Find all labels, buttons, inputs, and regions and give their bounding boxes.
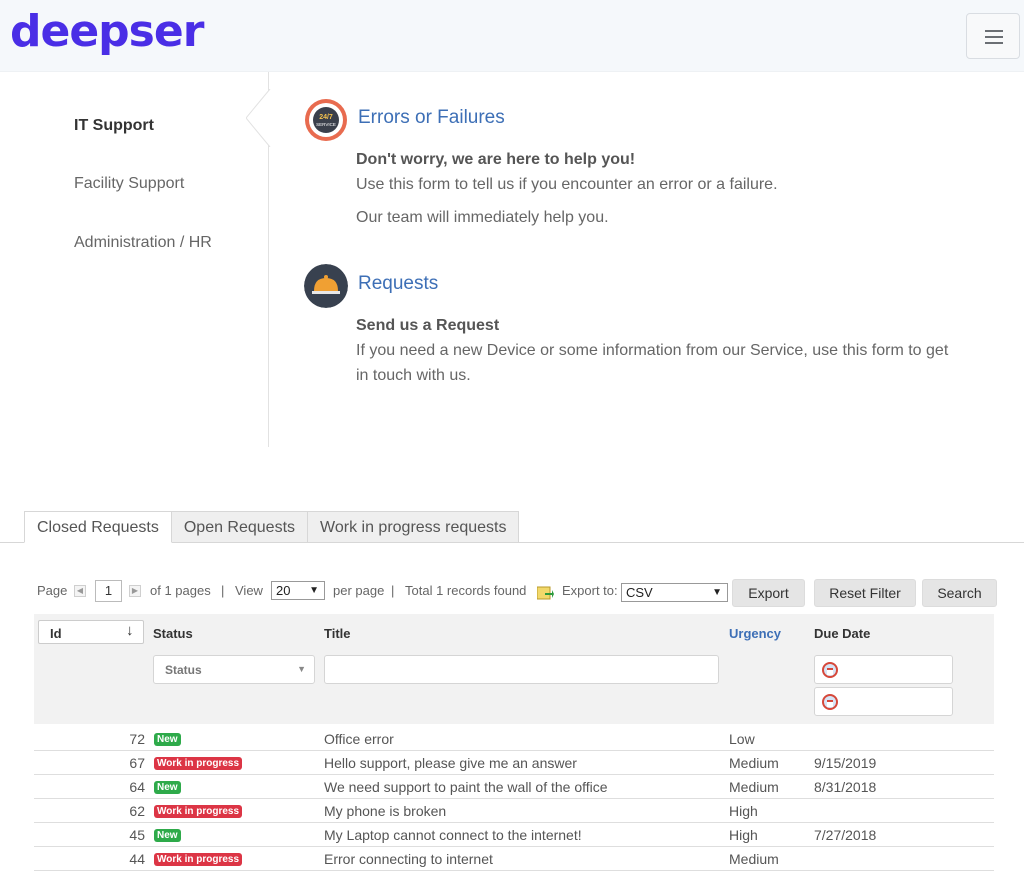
per-page-value: 20: [276, 583, 291, 598]
id-column-header[interactable]: Id ↓: [38, 620, 144, 644]
service-title-requests[interactable]: Requests: [358, 273, 438, 295]
calendar-icon[interactable]: [822, 662, 838, 678]
page-number-input[interactable]: 1: [95, 580, 122, 602]
svg-text:24/7: 24/7: [319, 114, 333, 121]
status-filter-select[interactable]: Status ▼: [153, 655, 315, 684]
row-urgency: High: [729, 803, 758, 819]
sidebar-item-it-support[interactable]: IT Support: [74, 117, 154, 135]
status-column-header[interactable]: Status: [153, 626, 193, 641]
hamburger-menu-button[interactable]: [966, 13, 1020, 59]
status-badge: New: [154, 829, 181, 842]
pager-separator: |: [391, 583, 395, 598]
chevron-down-icon: ▼: [297, 664, 306, 674]
table-row[interactable]: 64 New We need support to paint the wall…: [34, 775, 994, 799]
row-title: My phone is broken: [324, 803, 447, 819]
service-description-line: If you need a new Device or some informa…: [356, 342, 949, 384]
tab-open-requests[interactable]: Open Requests: [171, 511, 309, 543]
pager-separator: |: [221, 583, 225, 598]
per-page-label: per page: [333, 583, 385, 598]
row-id: 72: [129, 731, 145, 747]
svg-text:SERVICE: SERVICE: [316, 122, 336, 127]
row-id: 64: [129, 779, 145, 795]
table-row[interactable]: 44 Work in progress Error connecting to …: [34, 847, 994, 871]
row-urgency: Low: [729, 731, 755, 747]
prev-page-icon[interactable]: ◀: [74, 585, 86, 597]
id-column-label: Id: [50, 626, 62, 641]
sidebar-item-facility-support[interactable]: Facility Support: [74, 175, 184, 193]
per-page-select[interactable]: 20 ▼: [271, 581, 325, 600]
sidebar-item-administration-hr[interactable]: Administration / HR: [74, 234, 212, 252]
status-badge: New: [154, 733, 181, 746]
row-due-date: 7/27/2018: [814, 827, 877, 843]
view-label: View: [235, 583, 263, 598]
status-badge: Work in progress: [154, 805, 243, 818]
row-due-date: 9/15/2019: [814, 755, 877, 771]
deepser-logo[interactable]: deepser: [10, 6, 204, 57]
service-description-line: Use this form to tell us if you encounte…: [356, 176, 778, 193]
tab-work-in-progress-requests[interactable]: Work in progress requests: [308, 511, 520, 543]
table-row[interactable]: 62 Work in progress My phone is broken H…: [34, 799, 994, 823]
request-tabs: Closed Requests Open Requests Work in pr…: [24, 511, 520, 543]
top-header: deepser: [0, 0, 1024, 72]
row-id: 62: [129, 803, 145, 819]
chevron-down-icon: ▼: [712, 587, 722, 598]
search-button[interactable]: Search: [922, 579, 997, 607]
row-id: 44: [129, 851, 145, 867]
urgency-column-header[interactable]: Urgency: [729, 626, 781, 641]
hamburger-icon: [985, 30, 1003, 32]
status-badge: Work in progress: [154, 757, 243, 770]
export-to-label: Export to:: [562, 583, 618, 598]
table-row[interactable]: 72 New Office error Low: [34, 727, 994, 751]
service-description-line: Our team will immediately help you.: [356, 209, 609, 226]
status-badge: New: [154, 781, 181, 794]
due-date-to-input[interactable]: [814, 687, 953, 716]
row-id: 45: [129, 827, 145, 843]
service-bell-icon[interactable]: [304, 264, 348, 308]
hamburger-icon-line: [985, 36, 1003, 38]
row-title: We need support to paint the wall of the…: [324, 779, 608, 795]
page-count-text: of 1 pages: [150, 583, 211, 598]
export-format-value: CSV: [626, 585, 653, 600]
row-urgency: Medium: [729, 779, 779, 795]
row-title: Error connecting to internet: [324, 851, 493, 867]
status-filter-placeholder: Status: [165, 663, 202, 677]
row-title: My Laptop cannot connect to the internet…: [324, 827, 582, 843]
row-urgency: Medium: [729, 851, 779, 867]
tab-closed-requests[interactable]: Closed Requests: [24, 511, 172, 543]
page-label: Page: [37, 583, 68, 598]
next-page-icon[interactable]: ▶: [129, 585, 141, 597]
row-title: Hello support, please give me an answer: [324, 755, 577, 771]
title-column-header[interactable]: Title: [324, 626, 351, 641]
total-records-text: Total 1 records found: [405, 583, 527, 598]
service-subtitle: Send us a Request: [356, 317, 500, 334]
table-row[interactable]: 67 Work in progress Hello support, pleas…: [34, 751, 994, 775]
due-date-column-header[interactable]: Due Date: [814, 626, 870, 641]
row-title: Office error: [324, 731, 394, 747]
grid-header: Id ↓ Status Title Urgency Due Date Statu…: [34, 614, 994, 724]
sort-arrow-down-icon: ↓: [126, 622, 134, 639]
grid-pager: Page ◀ 1 ▶ of 1 pages | View 20 ▼ per pa…: [0, 578, 1024, 608]
due-date-from-input[interactable]: [814, 655, 953, 684]
chevron-down-icon: ▼: [309, 585, 319, 596]
reset-filter-button[interactable]: Reset Filter: [814, 579, 916, 607]
calendar-icon[interactable]: [822, 694, 838, 710]
title-filter-input[interactable]: [324, 655, 719, 684]
export-button[interactable]: Export: [732, 579, 805, 607]
row-urgency: Medium: [729, 755, 779, 771]
active-indicator-arrow: [246, 89, 271, 147]
service-title-errors-failures[interactable]: Errors or Failures: [358, 107, 505, 129]
hamburger-icon-line: [985, 42, 1003, 44]
row-urgency: High: [729, 827, 758, 843]
export-icon: [537, 586, 554, 600]
row-id: 67: [129, 755, 145, 771]
service-24-7-icon[interactable]: 24/7 SERVICE: [304, 98, 348, 142]
status-badge: Work in progress: [154, 853, 243, 866]
row-due-date: 8/31/2018: [814, 779, 877, 795]
table-row[interactable]: 45 New My Laptop cannot connect to the i…: [34, 823, 994, 847]
export-format-select[interactable]: CSV ▼: [621, 583, 728, 602]
service-subtitle: Don't worry, we are here to help you!: [356, 151, 636, 168]
